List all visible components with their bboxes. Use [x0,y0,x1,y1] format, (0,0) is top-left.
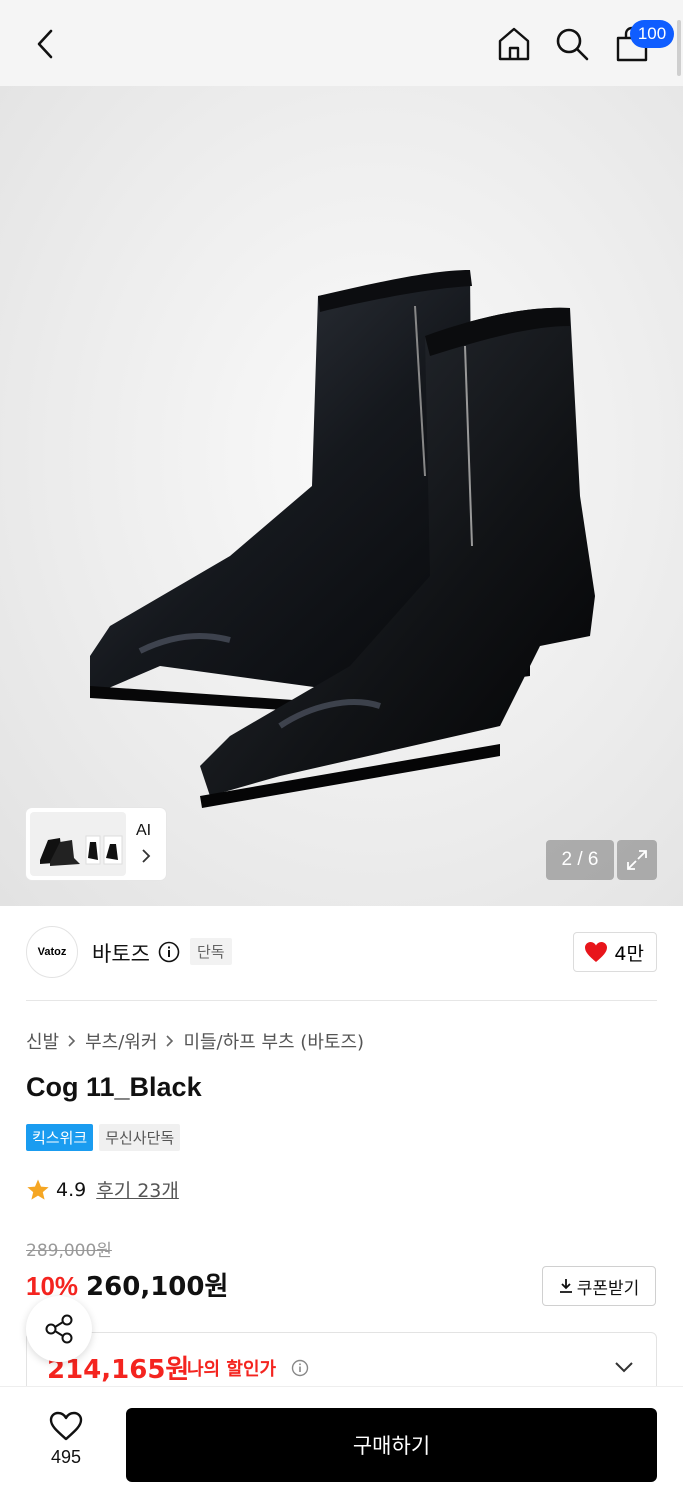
home-button[interactable] [490,20,538,68]
coupon-label: 쿠폰받기 [576,1278,640,1299]
coupon-button[interactable]: 쿠폰받기 [542,1266,656,1306]
image-pager: 2 / 6 [546,840,614,880]
original-price: 289,000원 [26,1241,112,1261]
home-icon [498,27,530,61]
product-tags: 킥스위크 무신사단독 [26,1124,181,1151]
breadcrumb-item[interactable]: 미들/하프 부츠 (바토즈) [183,1028,364,1054]
info-icon[interactable] [158,941,180,963]
ai-label: AI [136,822,152,839]
chevron-down-icon [615,1362,633,1373]
breadcrumb-item[interactable]: 부츠/워커 [85,1028,157,1054]
breadcrumb: 신발 부츠/워커 미들/하프 부츠 (바토즈) [26,1028,364,1054]
divider [26,1000,657,1001]
chevron-right-icon [166,1035,174,1047]
rating-row: 4.9 후기 23개 [26,1176,179,1203]
expand-button[interactable] [617,840,657,880]
search-icon [556,28,589,61]
breadcrumb-item[interactable]: 신발 [26,1028,59,1054]
thumbnail-image [30,812,126,876]
buy-button[interactable]: 구매하기 [126,1408,657,1482]
chevron-right-icon [142,849,151,863]
exclusive-tag: 단독 [190,938,232,965]
brand-logo[interactable]: Vatoz [26,926,78,978]
expand-icon [627,850,647,870]
wishlist-count: 495 [50,1447,82,1467]
brand-name[interactable]: 바토즈 [92,938,150,968]
scrollbar[interactable] [677,20,681,76]
ai-thumbnail-card[interactable]: AI [26,808,166,880]
search-button[interactable] [548,20,596,68]
wishlist-button[interactable]: 495 [30,1411,102,1481]
product-title: Cog 11_Black [26,1072,202,1102]
download-icon [559,1279,572,1293]
rating-score: 4.9 [56,1178,87,1201]
heart-icon [585,942,608,962]
kicks-week-tag: 킥스위크 [26,1124,94,1151]
heart-outline-icon [49,1411,83,1441]
share-icon [45,1314,73,1344]
star-icon [27,1179,49,1200]
brand-row: Vatoz 바토즈 단독 4만 [26,926,657,980]
my-discount-label: 나의 할인가 [187,1359,277,1380]
info-icon[interactable] [291,1359,309,1377]
cart-count-badge: 100 [630,20,674,48]
share-button[interactable] [26,1296,92,1362]
bottom-action-bar: 495 구매하기 [0,1386,683,1500]
brand-like-button[interactable]: 4만 [573,932,657,972]
product-image-gallery[interactable]: AI 2 / 6 [0,86,683,906]
chevron-right-icon [68,1035,76,1047]
musinsa-exclusive-tag: 무신사단독 [99,1124,181,1151]
product-image [90,270,595,808]
like-count: 4만 [614,942,644,965]
back-button[interactable] [22,22,70,66]
top-bar: 100 [0,0,683,86]
sale-price: 260,100원 [86,1272,229,1302]
back-icon [37,29,53,59]
review-link[interactable]: 후기 23개 [96,1176,179,1203]
